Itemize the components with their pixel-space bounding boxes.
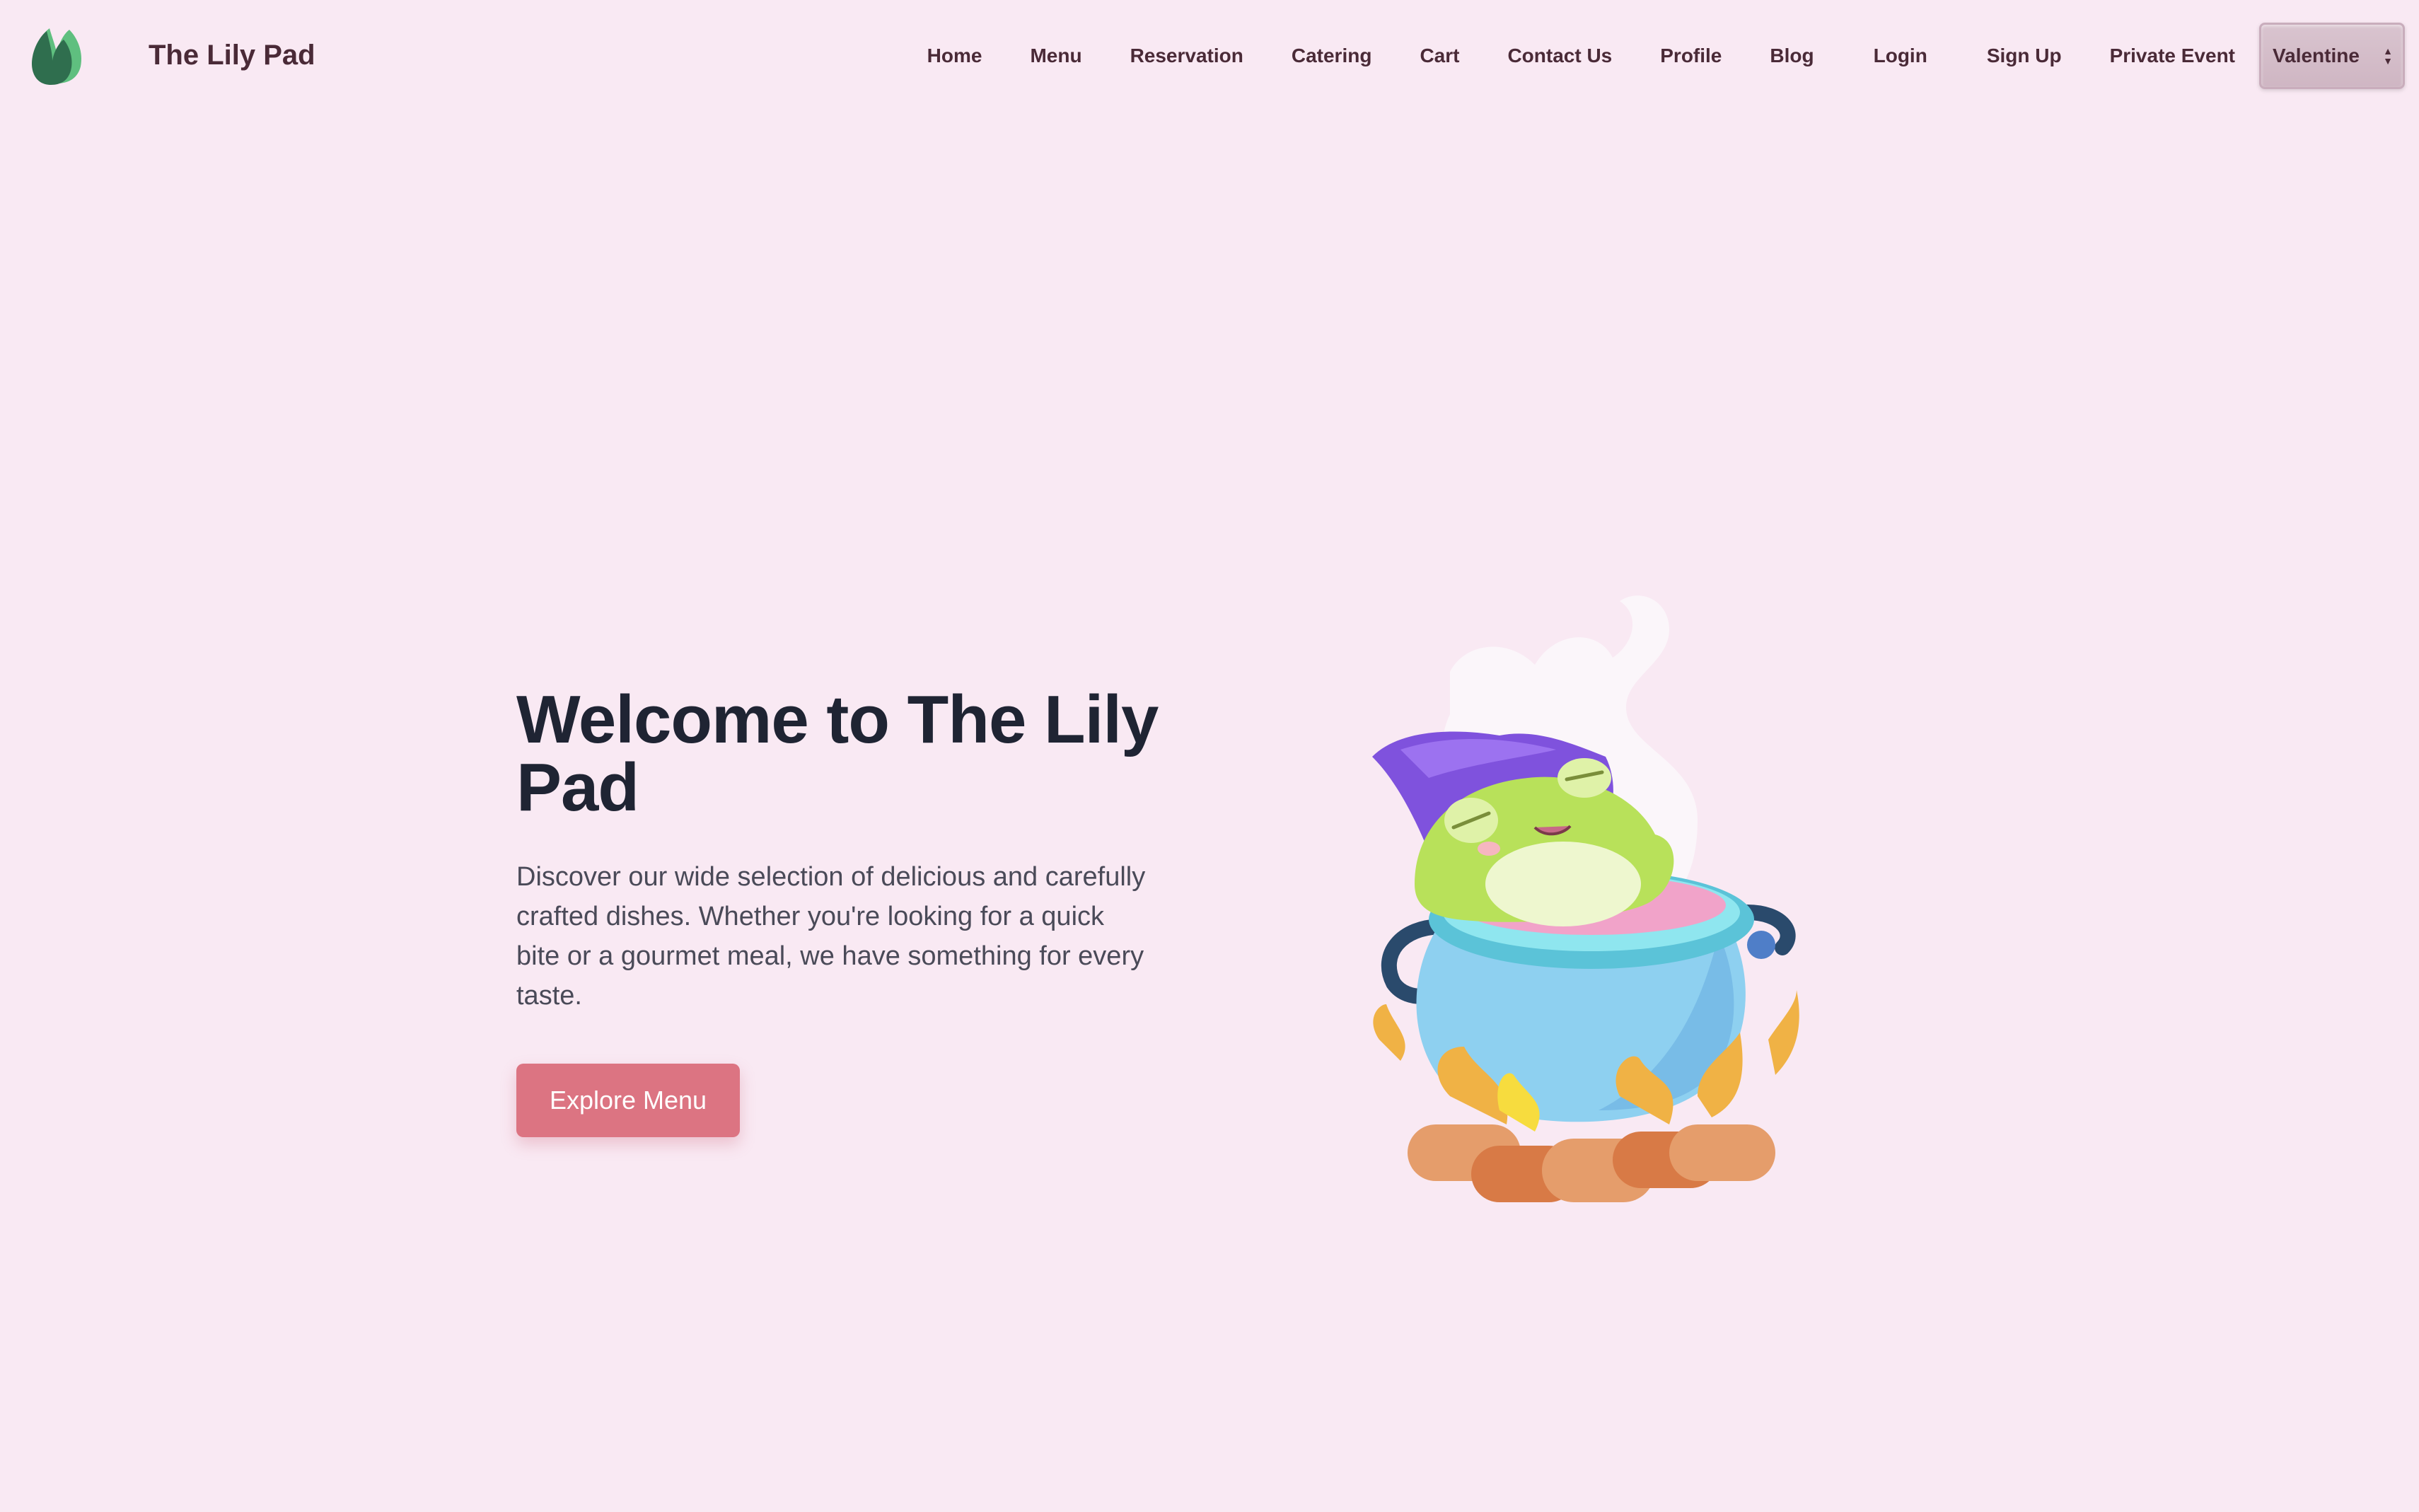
nav-link-home[interactable]: Home xyxy=(903,45,1007,67)
hero-text: Welcome to The Lily Pad Discover our wid… xyxy=(516,686,1167,1137)
nav-links: Home Menu Reservation Catering Cart Cont… xyxy=(903,23,2405,89)
brand-name[interactable]: The Lily Pad xyxy=(149,40,315,71)
navbar: The Lily Pad Home Menu Reservation Cater… xyxy=(0,0,2419,110)
nav-link-menu[interactable]: Menu xyxy=(1006,45,1106,67)
log-5 xyxy=(1669,1124,1775,1181)
frog-cheek xyxy=(1478,842,1500,856)
frog-in-cauldron-illustration xyxy=(1372,595,1799,1202)
flame-right xyxy=(1768,990,1799,1075)
brand[interactable]: The Lily Pad xyxy=(28,24,315,86)
nav-link-contact[interactable]: Contact Us xyxy=(1483,45,1636,67)
updown-arrows-icon: ▲ ▼ xyxy=(2383,45,2393,66)
theme-select[interactable]: Valentine ▲ ▼ xyxy=(2259,23,2405,89)
handle-knob-right xyxy=(1747,931,1775,959)
nav-link-catering[interactable]: Catering xyxy=(1267,45,1396,67)
explore-menu-button[interactable]: Explore Menu xyxy=(516,1064,740,1137)
hero-description: Discover our wide selection of delicious… xyxy=(516,862,1146,1011)
nav-link-blog[interactable]: Blog xyxy=(1746,45,1838,67)
nav-link-cart[interactable]: Cart xyxy=(1396,45,1483,67)
nav-link-login[interactable]: Login xyxy=(1838,45,1951,67)
flame-left xyxy=(1373,1004,1405,1061)
nav-link-profile[interactable]: Profile xyxy=(1636,45,1746,67)
nav-link-signup[interactable]: Sign Up xyxy=(1951,45,2086,67)
nav-link-private-event[interactable]: Private Event xyxy=(2086,45,2259,67)
lily-leaf-icon[interactable] xyxy=(28,24,85,86)
frog-belly xyxy=(1485,842,1641,926)
nav-link-reservation[interactable]: Reservation xyxy=(1106,45,1267,67)
theme-select-value: Valentine xyxy=(2273,45,2360,66)
hero-title: Welcome to The Lily Pad xyxy=(516,682,1159,825)
frog-eye-right xyxy=(1557,758,1611,798)
